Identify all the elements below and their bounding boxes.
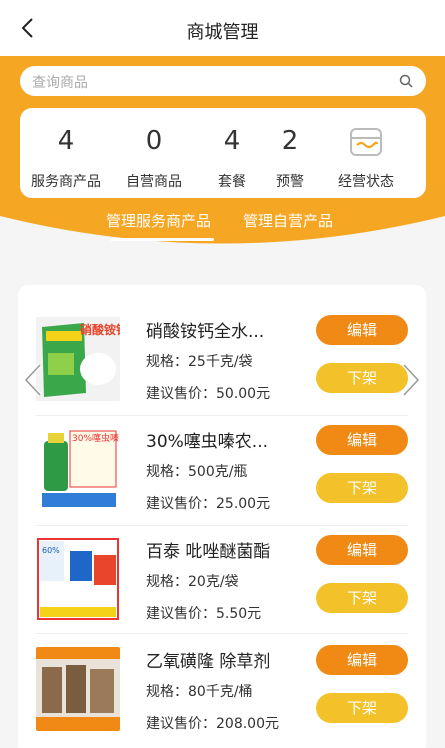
divider — [36, 415, 408, 416]
shop-icon — [350, 128, 382, 156]
delist-button[interactable]: 下架 — [316, 693, 408, 723]
tab-own-products[interactable]: 管理自营产品 — [243, 210, 333, 231]
stat-label: 预警 — [276, 174, 304, 190]
edit-button[interactable]: 编辑 — [316, 645, 408, 675]
tab-bar: 管理服务商产品 管理自营产品 — [0, 210, 445, 250]
stat-own-products[interactable]: 0 自营商品 — [114, 108, 194, 198]
product-price: 建议售价：208.00元 — [146, 716, 279, 732]
product-name: 乙氧磺隆 除草剂 — [146, 652, 271, 672]
product-image: 60% — [36, 537, 120, 621]
product-price: 建议售价：25.00元 — [146, 496, 271, 512]
top-bar: 商城管理 — [0, 0, 445, 56]
chevron-right-icon — [402, 363, 421, 397]
stat-business-status[interactable]: 经营状态 — [326, 108, 406, 198]
product-name: 百泰 吡唑醚菌酯 — [146, 542, 271, 562]
stat-label: 经营状态 — [338, 174, 394, 190]
carousel-next-button[interactable] — [398, 360, 424, 400]
stat-warnings[interactable]: 2 预警 — [250, 108, 330, 198]
thumb-text: 30%噻虫嗪 — [72, 432, 119, 444]
stats-card: 4 服务商产品 0 自营商品 4 套餐 2 预警 经营状态 — [20, 108, 426, 198]
product-spec: 规格：80千克/桶 — [146, 684, 253, 700]
page: 商城管理 查询商品 4 服务商产品 0 自营商品 4 套餐 2 预警 经营状态 … — [0, 0, 445, 748]
product-image — [36, 647, 120, 731]
thumb-text: 硝酸铵钙 — [80, 322, 120, 337]
stat-provider-products[interactable]: 4 服务商产品 — [26, 108, 106, 198]
product-list: 硝酸铵钙 硝酸铵钙全水... 规格：25千克/袋 建议售价：50.00元 编辑 … — [18, 285, 426, 748]
list-item[interactable]: 60% 百泰 吡唑醚菌酯 规格：20克/袋 建议售价：5.50元 编辑 下架 — [18, 527, 426, 635]
carousel-prev-button[interactable] — [20, 360, 46, 400]
stat-value: 4 — [57, 126, 75, 156]
product-spec: 规格：500克/瓶 — [146, 464, 248, 480]
page-title: 商城管理 — [186, 22, 259, 43]
chevron-left-icon — [23, 363, 42, 397]
stat-value: 0 — [145, 126, 163, 156]
active-tab-indicator — [110, 238, 214, 241]
stat-label: 自营商品 — [126, 174, 182, 190]
delist-button[interactable]: 下架 — [316, 583, 408, 613]
thumb-text: 60% — [42, 546, 60, 555]
stat-value: 2 — [281, 126, 299, 156]
list-item[interactable]: 30%噻虫嗪 30%噻虫嗪农... 规格：500克/瓶 建议售价：25.00元 … — [18, 417, 426, 525]
edit-button[interactable]: 编辑 — [316, 535, 408, 565]
divider — [36, 633, 408, 634]
product-price: 建议售价：50.00元 — [146, 386, 271, 402]
search-icon — [399, 74, 413, 88]
stat-label: 服务商产品 — [31, 174, 101, 190]
edit-button[interactable]: 编辑 — [316, 425, 408, 455]
divider — [36, 525, 408, 526]
tab-provider-products[interactable]: 管理服务商产品 — [106, 210, 211, 231]
delist-button[interactable]: 下架 — [316, 363, 408, 393]
search-placeholder: 查询商品 — [32, 75, 88, 91]
edit-button[interactable]: 编辑 — [316, 315, 408, 345]
product-spec: 规格：20克/袋 — [146, 574, 239, 590]
product-name: 30%噻虫嗪农... — [146, 432, 268, 452]
list-item[interactable]: 乙氧磺隆 除草剂 规格：80千克/桶 建议售价：208.00元 编辑 下架 — [18, 637, 426, 745]
product-name: 硝酸铵钙全水... — [146, 322, 265, 342]
product-image: 30%噻虫嗪 — [36, 427, 120, 511]
search-input[interactable]: 查询商品 — [20, 66, 426, 96]
delist-button[interactable]: 下架 — [316, 473, 408, 503]
product-price: 建议售价：5.50元 — [146, 606, 262, 622]
product-spec: 规格：25千克/袋 — [146, 354, 253, 370]
list-item[interactable]: 硝酸铵钙 硝酸铵钙全水... 规格：25千克/袋 建议售价：50.00元 编辑 … — [18, 307, 426, 415]
product-image: 硝酸铵钙 — [36, 317, 120, 401]
